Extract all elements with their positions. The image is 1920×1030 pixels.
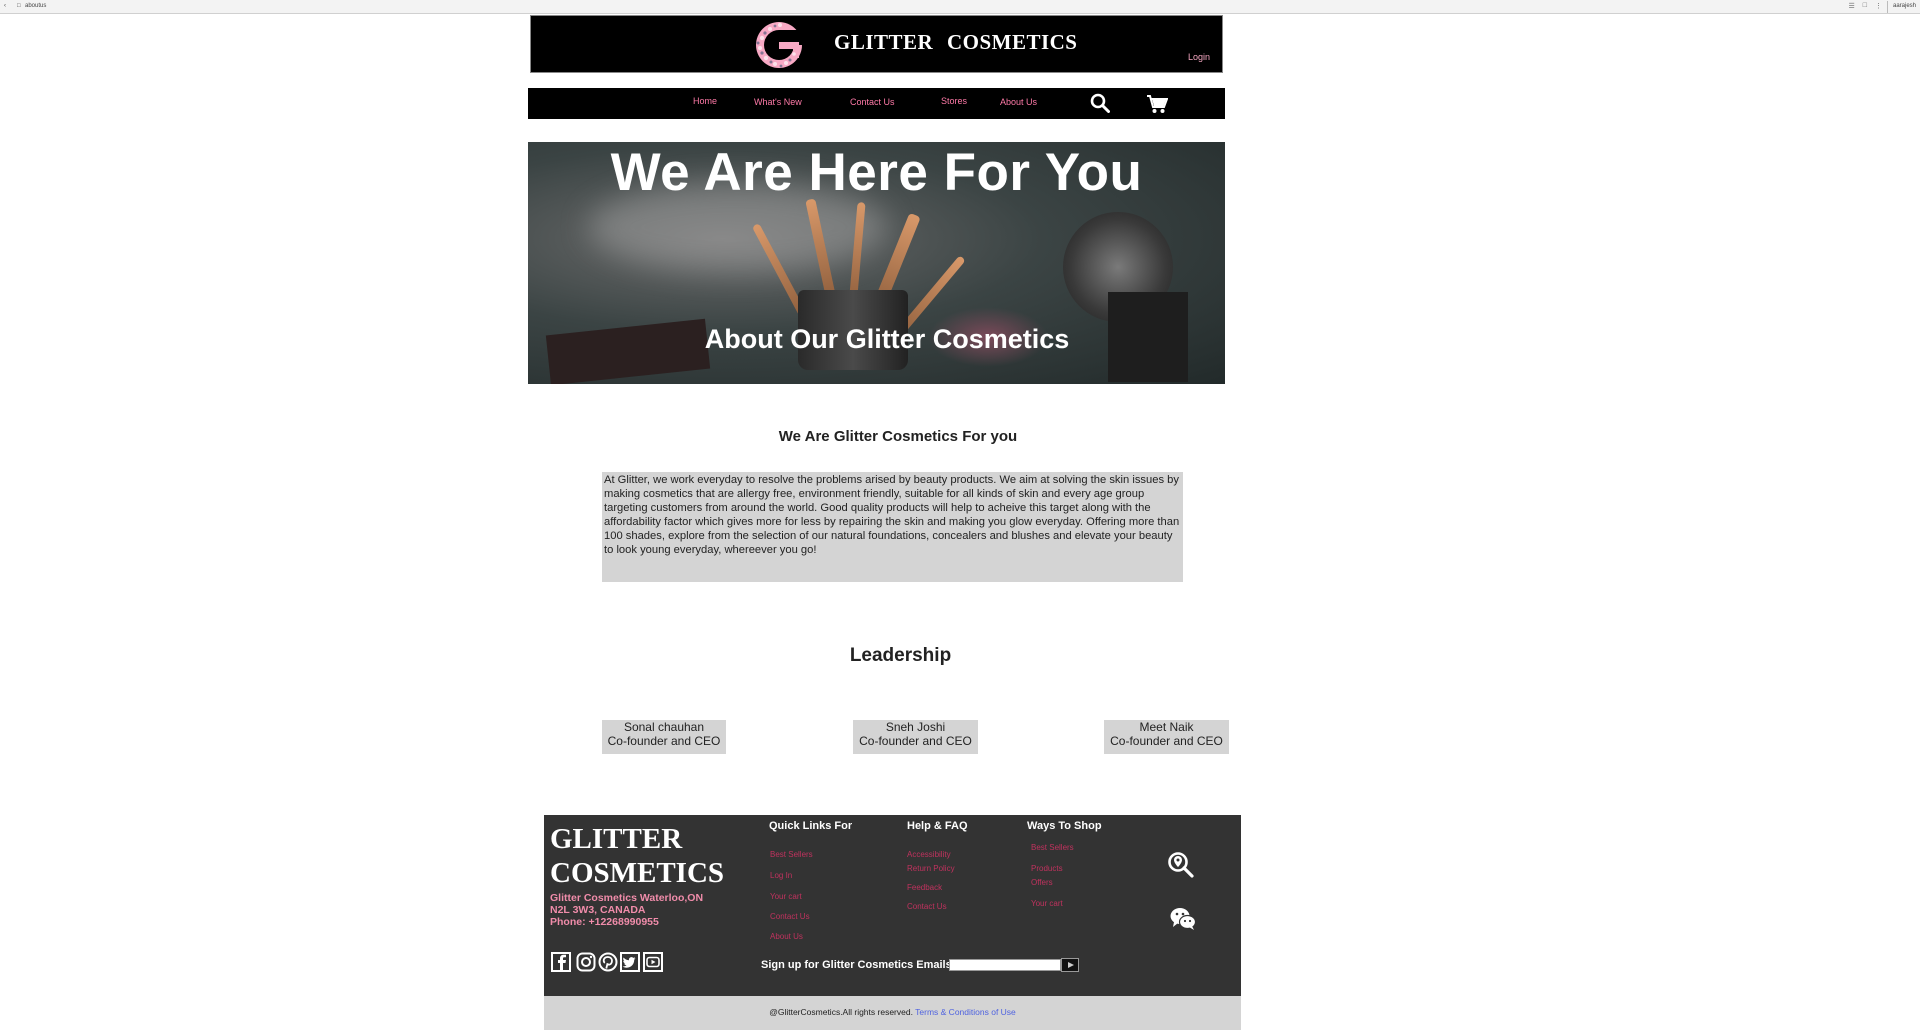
- footer-link-best-sellers[interactable]: Best Sellers: [770, 850, 813, 859]
- leader-role: Co-founder and CEO: [607, 734, 721, 748]
- pinterest-icon[interactable]: [598, 952, 618, 972]
- address-line: Glitter Cosmetics Waterloo,ON: [550, 892, 704, 904]
- copyright-bar: @GlitterCosmetics.All rights reserved. T…: [544, 996, 1241, 1030]
- footer-link-about-us[interactable]: About Us: [770, 932, 803, 941]
- nav-home[interactable]: Home: [693, 96, 717, 106]
- footer-address: Glitter Cosmetics Waterloo,ON N2L 3W3, C…: [550, 892, 703, 928]
- quick-links-heading: Quick Links For: [769, 820, 853, 832]
- footer-link-log-in[interactable]: Log In: [770, 871, 792, 880]
- browser-actions: ☰ □ ⋮: [1848, 2, 1882, 10]
- signup-label: Sign up for Glitter Cosmetics Emails: [761, 959, 952, 971]
- footer-link-accessibility[interactable]: Accessibility: [907, 850, 951, 859]
- twitter-icon[interactable]: [620, 952, 640, 972]
- instagram-icon[interactable]: [576, 952, 596, 972]
- leader-card: Meet Naik Co-founder and CEO: [1104, 720, 1229, 754]
- help-faq-heading: Help & FAQ: [907, 820, 968, 832]
- terms-link[interactable]: Terms & Conditions of Use: [915, 1007, 1016, 1017]
- footer-link-return-policy[interactable]: Return Policy: [907, 864, 955, 873]
- user-label[interactable]: aarajesh: [1893, 3, 1916, 9]
- store-locator-icon[interactable]: [1167, 851, 1195, 879]
- hero-title: We Are Here For You: [610, 143, 1143, 202]
- cart-icon[interactable]: [1146, 94, 1168, 114]
- footer-brand-line: GLITTER: [550, 823, 683, 855]
- chat-icon[interactable]: □: [1863, 2, 1867, 10]
- copyright-text: @GlitterCosmetics.All rights reserved.: [769, 1007, 916, 1017]
- email-signup-input[interactable]: [949, 959, 1061, 971]
- menu-icon[interactable]: ☰: [1848, 2, 1854, 10]
- more-icon[interactable]: ⋮: [1875, 2, 1882, 10]
- youtube-icon[interactable]: [643, 952, 663, 972]
- wechat-icon[interactable]: [1169, 905, 1197, 933]
- footer-link-your-cart[interactable]: Your cart: [770, 892, 802, 901]
- leader-name: Meet Naik: [1139, 720, 1194, 734]
- brand-name: GLITTER COSMETICS: [834, 30, 1078, 54]
- login-link[interactable]: Login: [1188, 52, 1210, 62]
- nav-about-us[interactable]: About Us: [1000, 97, 1037, 107]
- site-header: GLITTER COSMETICS Login: [530, 15, 1223, 73]
- browser-toolbar: ‹ □ aboutus ☰ □ ⋮ aarajesh: [0, 0, 1920, 14]
- search-icon[interactable]: [1090, 93, 1110, 113]
- hero-subtitle: About Our Glitter Cosmetics: [704, 324, 1070, 354]
- about-heading: We Are Glitter Cosmetics For you: [778, 428, 1018, 445]
- about-paragraph: At Glitter, we work everyday to resolve …: [602, 472, 1183, 582]
- logo-icon[interactable]: [750, 20, 808, 70]
- leader-card: Sneh Joshi Co-founder and CEO: [853, 720, 978, 754]
- email-signup-submit-button[interactable]: [1061, 958, 1079, 972]
- leadership-heading: Leadership: [849, 645, 952, 666]
- footer-link-offers[interactable]: Offers: [1031, 878, 1053, 887]
- document-icon: □: [17, 3, 21, 9]
- facebook-icon[interactable]: [551, 952, 571, 972]
- footer-link-contact-us[interactable]: Contact Us: [770, 912, 810, 921]
- footer-link-products[interactable]: Products: [1031, 864, 1063, 873]
- phone-number: Phone: +12268990955: [550, 916, 659, 928]
- footer-link-shop-best-sellers[interactable]: Best Sellers: [1031, 843, 1074, 852]
- footer-brand: GLITTER COSMETICS: [550, 822, 724, 890]
- site-footer: GLITTER COSMETICS Glitter Cosmetics Wate…: [544, 815, 1241, 996]
- leader-role: Co-founder and CEO: [1110, 734, 1223, 748]
- nav-whats-new[interactable]: What's New: [754, 97, 802, 107]
- address-line: N2L 3W3, CANADA: [550, 904, 646, 916]
- footer-link-feedback[interactable]: Feedback: [907, 883, 942, 892]
- ways-to-shop-heading: Ways To Shop: [1027, 820, 1102, 832]
- toolbar-divider: [1887, 1, 1888, 13]
- leader-role: Co-founder and CEO: [859, 734, 972, 748]
- hero-banner: We Are Here For You About Our Glitter Co…: [528, 142, 1225, 384]
- leader-name: Sneh Joshi: [885, 720, 946, 734]
- nav-contact-us[interactable]: Contact Us: [850, 97, 895, 107]
- footer-link-help-contact[interactable]: Contact Us: [907, 902, 947, 911]
- main-nav: Home What's New Contact Us Stores About …: [528, 88, 1225, 119]
- nav-stores[interactable]: Stores: [941, 96, 967, 106]
- leader-card: Sonal chauhan Co-founder and CEO: [602, 720, 726, 754]
- footer-brand-line: COSMETICS: [550, 857, 725, 889]
- leader-name: Sonal chauhan: [623, 720, 705, 734]
- footer-link-shop-cart[interactable]: Your cart: [1031, 899, 1063, 908]
- back-arrow-icon[interactable]: ‹: [4, 3, 6, 9]
- address-bar[interactable]: aboutus: [25, 3, 46, 9]
